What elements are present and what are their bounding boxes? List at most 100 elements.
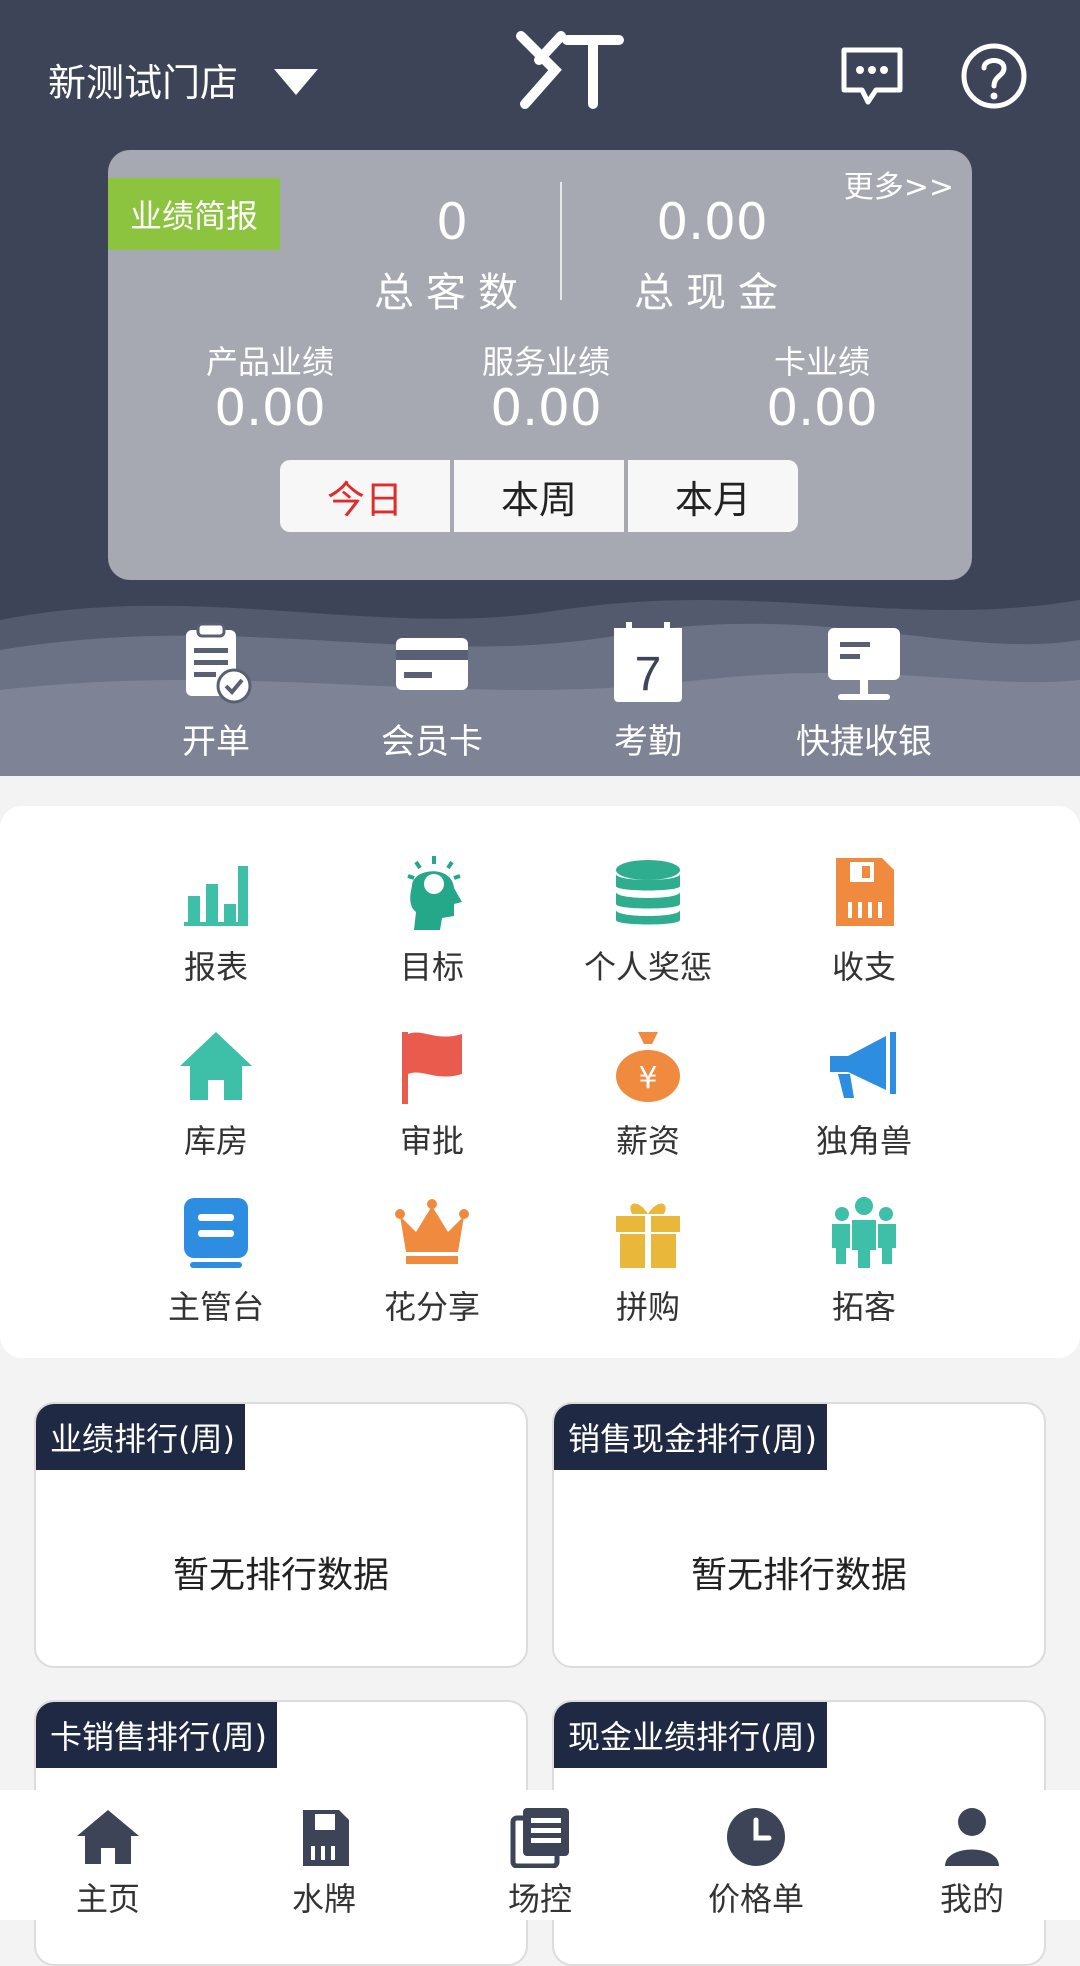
quick-action-label: 考勤 bbox=[614, 722, 682, 762]
total-cash-value: 0.00 bbox=[656, 193, 768, 251]
ranking-card-performance[interactable]: 业绩排行(周) 暂无排行数据 bbox=[34, 1402, 528, 1668]
grid-item-label: 库房 bbox=[183, 1122, 248, 1160]
grid-item-label: 收支 bbox=[831, 948, 896, 986]
grid-item-income-expense[interactable]: 收支 bbox=[764, 852, 964, 988]
head-idea-icon bbox=[407, 856, 462, 930]
ranking-title: 业绩排行(周) bbox=[36, 1404, 245, 1470]
ranking-empty-text: 暂无排行数据 bbox=[172, 1555, 389, 1596]
grid-item-reports[interactable]: 报表 bbox=[116, 852, 316, 988]
ranking-title: 销售现金排行(周) bbox=[554, 1404, 827, 1470]
total-customers-label: 总客数 bbox=[374, 270, 530, 316]
period-week[interactable]: 本周 bbox=[454, 460, 624, 532]
ranking-card-sales-cash[interactable]: 销售现金排行(周) 暂无排行数据 bbox=[552, 1402, 1046, 1668]
service-performance: 服务业绩 0.00 bbox=[436, 342, 656, 434]
documents-icon bbox=[510, 1808, 569, 1868]
grid-item-label: 拼购 bbox=[615, 1288, 680, 1326]
stat-divider bbox=[560, 182, 562, 300]
quick-action-label: 快捷收银 bbox=[796, 722, 932, 762]
crown-icon bbox=[395, 1199, 469, 1264]
grid-item-flower-share[interactable]: 花分享 bbox=[332, 1192, 532, 1328]
grid-item-label: 报表 bbox=[183, 948, 248, 986]
total-cash: 0.00 总现金 bbox=[612, 192, 812, 318]
grid-item-label: 拓客 bbox=[831, 1288, 896, 1326]
header-area: 新测试门店 业绩简报 更多>> 0 总客数 0.00 总现金 产品业绩 0.00 bbox=[0, 0, 1080, 776]
quick-action-open-order[interactable]: 开单 bbox=[116, 620, 316, 763]
card-performance: 卡业绩 0.00 bbox=[712, 342, 932, 434]
bar-chart-icon bbox=[184, 866, 248, 926]
bottom-tab-bar: 主页 水牌 场控 价格单 我的 bbox=[0, 1790, 1080, 1920]
help-icon[interactable] bbox=[958, 40, 1030, 112]
clock-icon bbox=[727, 1808, 785, 1866]
grid-item-label: 薪资 bbox=[615, 1122, 680, 1160]
chevron-down-icon bbox=[274, 68, 319, 95]
quick-action-label: 会员卡 bbox=[381, 722, 483, 762]
app-logo bbox=[516, 31, 624, 109]
grid-item-unicorn[interactable]: 独角兽 bbox=[764, 1026, 964, 1162]
tab-price-list[interactable]: 价格单 bbox=[648, 1790, 864, 1920]
grid-item-label: 目标 bbox=[399, 948, 464, 986]
grid-item-rewards[interactable]: 个人奖惩 bbox=[548, 852, 748, 988]
period-today[interactable]: 今日 bbox=[280, 460, 450, 532]
user-icon bbox=[945, 1808, 999, 1866]
performance-badge: 业绩简报 bbox=[108, 178, 280, 250]
tab-label: 场控 bbox=[507, 1880, 572, 1918]
tab-home[interactable]: 主页 bbox=[0, 1790, 216, 1920]
coin-stack-icon bbox=[616, 860, 680, 925]
tab-label: 我的 bbox=[939, 1880, 1004, 1918]
more-link[interactable]: 更多>> bbox=[844, 162, 954, 206]
sd-card-icon bbox=[303, 1810, 349, 1866]
home-icon bbox=[77, 1810, 139, 1864]
message-icon[interactable] bbox=[836, 40, 908, 112]
grid-item-warehouse[interactable]: 库房 bbox=[116, 1026, 316, 1162]
grid-item-salary[interactable]: ¥ 薪资 bbox=[548, 1026, 748, 1162]
quick-action-label: 开单 bbox=[182, 722, 250, 762]
total-customers: 0 总客数 bbox=[352, 192, 552, 318]
product-performance: 产品业绩 0.00 bbox=[160, 342, 380, 434]
quick-action-attendance[interactable]: 7 考勤 bbox=[548, 620, 748, 763]
money-bag-icon: ¥ bbox=[616, 1032, 680, 1102]
grid-item-approval[interactable]: 审批 bbox=[332, 1026, 532, 1162]
product-label: 产品业绩 bbox=[205, 343, 334, 381]
quick-action-member-card[interactable]: 会员卡 bbox=[332, 620, 532, 763]
megaphone-icon bbox=[830, 1032, 896, 1098]
grid-item-label: 个人奖惩 bbox=[583, 948, 712, 986]
tab-floor-control[interactable]: 场控 bbox=[432, 1790, 648, 1920]
clipboard-check-icon bbox=[186, 622, 252, 704]
grid-item-label: 花分享 bbox=[383, 1288, 480, 1326]
tab-label: 水牌 bbox=[291, 1880, 356, 1918]
tab-water-card[interactable]: 水牌 bbox=[216, 1790, 432, 1920]
store-selector[interactable]: 新测试门店 bbox=[48, 52, 319, 107]
function-grid: 报表 目标 个人奖惩 收支 库房 审批 ¥ 薪资 独角兽 主管台 花分享 拼购 … bbox=[0, 806, 1080, 1358]
period-switcher: 今日 本周 本月 bbox=[280, 460, 798, 532]
performance-brief-card: 业绩简报 更多>> 0 总客数 0.00 总现金 产品业绩 0.00 服务业绩 … bbox=[108, 150, 972, 580]
calendar-icon: 7 bbox=[614, 622, 682, 702]
tab-label: 价格单 bbox=[707, 1880, 804, 1918]
gift-icon bbox=[616, 1203, 680, 1268]
store-name: 新测试门店 bbox=[48, 61, 239, 105]
grid-item-label: 独角兽 bbox=[815, 1122, 912, 1160]
grid-item-group-buy[interactable]: 拼购 bbox=[548, 1192, 748, 1328]
flag-icon bbox=[402, 1032, 462, 1104]
tab-mine[interactable]: 我的 bbox=[864, 1790, 1080, 1920]
grid-item-label: 主管台 bbox=[167, 1288, 264, 1326]
svg-text:¥: ¥ bbox=[638, 1061, 657, 1096]
tab-label: 主页 bbox=[75, 1880, 140, 1918]
card-label: 卡业绩 bbox=[773, 343, 870, 381]
ranking-title: 卡销售排行(周) bbox=[36, 1702, 277, 1768]
grid-item-goals[interactable]: 目标 bbox=[332, 852, 532, 988]
house-icon bbox=[180, 1032, 252, 1100]
card-value: 0.00 bbox=[766, 379, 878, 437]
quick-action-quick-cashier[interactable]: 快捷收银 bbox=[764, 620, 964, 763]
product-value: 0.00 bbox=[214, 379, 326, 437]
grid-item-supervisor-desk[interactable]: 主管台 bbox=[116, 1192, 316, 1328]
desk-icon bbox=[184, 1198, 248, 1268]
period-month[interactable]: 本月 bbox=[628, 460, 798, 532]
grid-item-label: 审批 bbox=[399, 1122, 464, 1160]
svg-text:7: 7 bbox=[635, 648, 662, 701]
total-cash-label: 总现金 bbox=[634, 270, 790, 316]
cashier-monitor-icon bbox=[828, 628, 900, 700]
ranking-title: 现金业绩排行(周) bbox=[554, 1702, 827, 1768]
grid-item-customer-acquisition[interactable]: 拓客 bbox=[764, 1192, 964, 1328]
service-value: 0.00 bbox=[490, 379, 602, 437]
service-label: 服务业绩 bbox=[481, 343, 610, 381]
